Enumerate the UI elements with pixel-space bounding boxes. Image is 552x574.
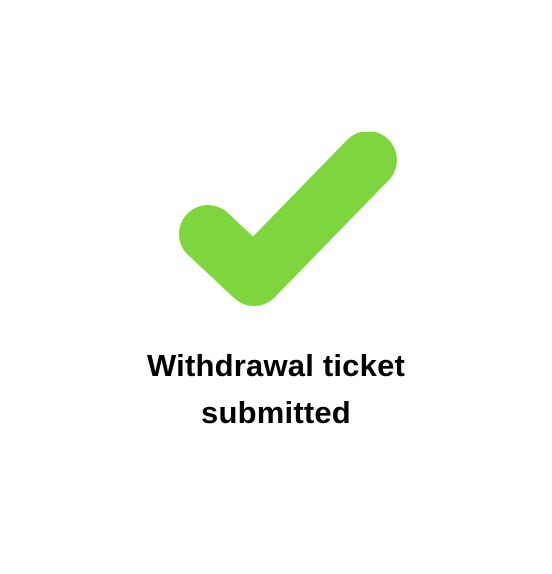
success-screen: Withdrawal ticket submitted xyxy=(0,0,552,574)
checkmark-icon xyxy=(176,132,400,310)
success-message-line-2: submitted xyxy=(201,395,351,430)
success-message-line-1: Withdrawal ticket xyxy=(146,348,406,383)
success-message: Withdrawal ticket submitted xyxy=(0,342,552,436)
